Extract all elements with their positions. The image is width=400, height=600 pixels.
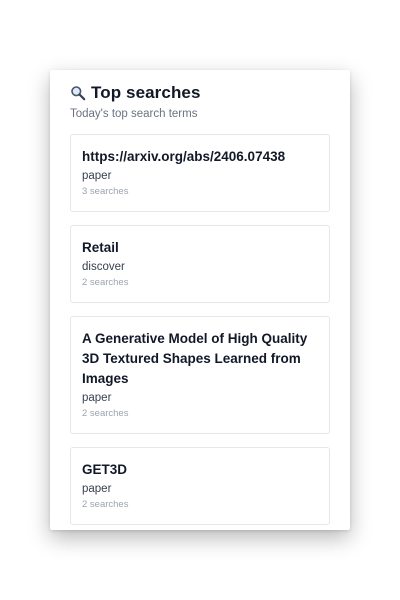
search-item-title: GET3D [82,462,128,477]
panel-header: Top searches Today's top search terms [70,82,330,120]
search-item-count: 3 searches [82,186,129,197]
search-item-title: https://arxiv.org/abs/2406.07438 [82,149,286,164]
search-item-category: discover [82,261,125,273]
panel-title: Top searches [91,83,201,102]
search-item-category: paper [82,483,112,495]
search-item-count: 2 searches [82,277,129,288]
top-searches-panel: Top searches Today's top search terms ht… [50,70,350,530]
magnifying-glass-icon [70,85,86,101]
search-item-count: 2 searches [82,408,129,419]
search-item[interactable]: A Generative Model of High Quality 3D Te… [70,316,330,434]
search-item[interactable]: https://arxiv.org/abs/2406.07438 paper 3… [70,134,330,212]
search-item[interactable]: GET3D paper 2 searches [70,447,330,525]
search-item-title: A Generative Model of High Quality 3D Te… [82,331,308,386]
search-item-title: Retail [82,240,119,255]
panel-subtitle: Today's top search terms [70,108,198,120]
title-row: Top searches [70,82,330,104]
search-item-count: 2 searches [82,499,129,510]
search-item[interactable]: Retail discover 2 searches [70,225,330,303]
search-item-category: paper [82,392,112,404]
search-list: https://arxiv.org/abs/2406.07438 paper 3… [70,134,330,530]
search-item-category: paper [82,170,112,182]
